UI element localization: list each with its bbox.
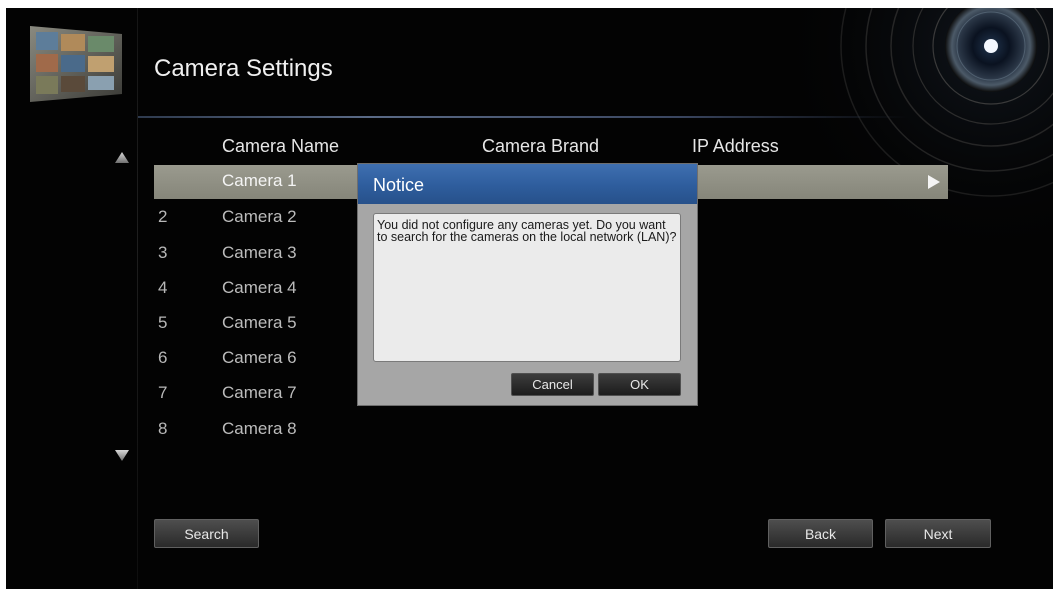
- cancel-button[interactable]: Cancel: [511, 373, 594, 396]
- camera-settings-screen: Camera Settings Camera Name Camera Brand…: [6, 8, 1053, 589]
- row-number: 2: [158, 207, 168, 226]
- row-camera-name: Camera 2: [222, 207, 297, 226]
- scroll-down-button[interactable]: [114, 448, 130, 462]
- row-number: 3: [158, 243, 168, 262]
- column-header-camera-name: Camera Name: [222, 136, 340, 156]
- triangle-up-icon: [115, 152, 129, 163]
- row-number: 8: [158, 419, 168, 438]
- next-button[interactable]: Next: [885, 519, 991, 548]
- row-camera-name: Camera 3: [222, 243, 297, 262]
- row-camera-name: Camera 7: [222, 383, 297, 402]
- row-camera-name: Camera 8: [222, 419, 297, 438]
- column-header-camera-brand: Camera Brand: [482, 136, 600, 156]
- row-number: 7: [158, 383, 168, 402]
- camera-row-8[interactable]: 8 Camera 8: [154, 413, 948, 447]
- row-camera-name: Camera 1: [222, 171, 297, 190]
- dialog-title: Notice: [373, 175, 425, 195]
- app-logo: [26, 14, 126, 110]
- notice-dialog: Notice You did not configure any cameras…: [357, 163, 698, 406]
- header-divider: [138, 116, 908, 118]
- dialog-message-box: You did not configure any cameras yet. D…: [373, 213, 681, 362]
- row-camera-name: Camera 6: [222, 348, 297, 367]
- row-number: 4: [158, 278, 168, 297]
- row-number: 5: [158, 313, 168, 332]
- dialog-message: You did not configure any cameras yet. D…: [377, 218, 677, 244]
- sidebar-divider: [137, 8, 138, 589]
- row-camera-name: Camera 4: [222, 278, 297, 297]
- scroll-up-button[interactable]: [114, 151, 130, 165]
- search-button[interactable]: Search: [154, 519, 259, 548]
- column-header-ip-address: IP Address: [692, 136, 779, 156]
- page-title: Camera Settings: [154, 55, 333, 82]
- back-button[interactable]: Back: [768, 519, 873, 548]
- triangle-down-icon: [115, 450, 129, 461]
- row-number: 6: [158, 348, 168, 367]
- ok-button[interactable]: OK: [598, 373, 681, 396]
- row-camera-name: Camera 5: [222, 313, 297, 332]
- dialog-header: Notice: [358, 164, 697, 204]
- play-arrow-icon[interactable]: [928, 175, 940, 189]
